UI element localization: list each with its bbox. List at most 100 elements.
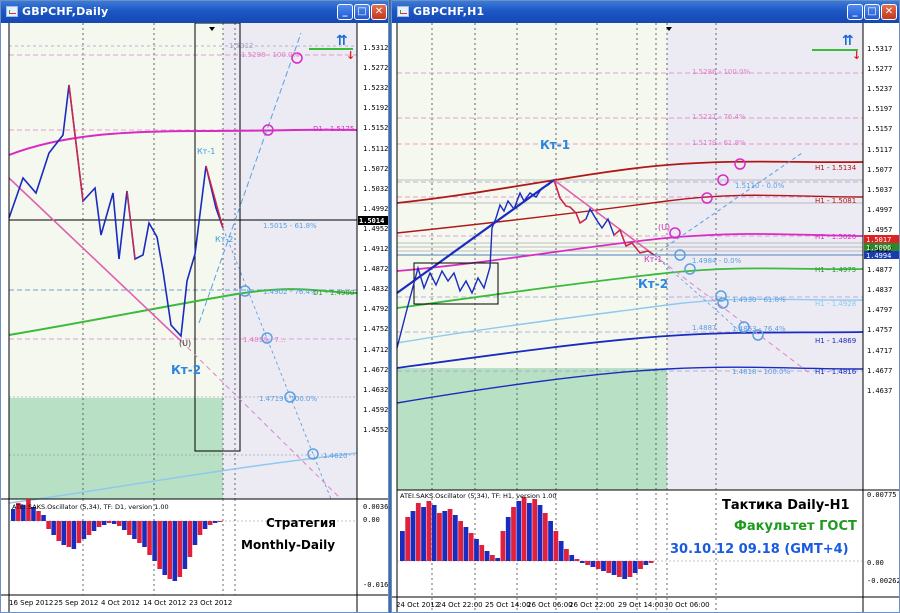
price-axis-label: 1.5117 — [867, 145, 893, 154]
tactic-title: Тактика Daily-H1 — [722, 498, 850, 513]
oscillator-bar — [463, 527, 469, 561]
oscillator-bar — [66, 521, 72, 547]
price-tag: 1.5006 — [866, 244, 892, 252]
oscillator-bar — [505, 517, 511, 561]
oscillator-bar — [86, 521, 92, 535]
h1-level-label: H1 - 1.4928 — [815, 300, 857, 308]
titlebar[interactable]: GBPCHF,Daily _ □ ✕ — [1, 1, 388, 23]
oscillator-title: ATEI.SAKS.Oscillator (5,34), TF: D1, ver… — [12, 503, 169, 511]
oscillator-bar — [147, 521, 152, 555]
oscillator-bar — [611, 561, 617, 575]
oscillator-bar — [622, 561, 628, 579]
price-axis-label: 1.5077 — [867, 165, 893, 174]
oscillator-bar — [152, 521, 157, 561]
fib-level-label: 1.4818 - 7... — [243, 336, 286, 344]
price-axis-label: 1.5112 — [363, 144, 389, 153]
u-label: (U) — [179, 339, 192, 348]
oscillator-bar — [415, 503, 421, 561]
oscillator-bar — [648, 561, 654, 563]
h1-level-label: H1 - 1.5134 — [815, 164, 857, 172]
oscillator-bar — [187, 521, 193, 557]
oscillator-bar — [36, 511, 41, 521]
oscillator-bar — [162, 521, 167, 575]
kt2-small-label: Кт-2 — [215, 235, 234, 244]
oscillator-bar — [41, 515, 46, 521]
oscillator-bar — [527, 503, 532, 561]
oscillator-bar — [117, 521, 122, 526]
oscillator-bar — [442, 511, 448, 561]
time-axis-label: 25 Sep 2012 — [54, 599, 99, 607]
oscillator-bar — [132, 521, 137, 539]
time-axis-label: 26 Oct 22:00 — [569, 601, 615, 609]
oscillator-bar — [521, 497, 527, 561]
time-axis-label: 4 Oct 2012 — [101, 599, 140, 607]
oscillator-bar — [632, 561, 638, 573]
h1-level-label: H1 - 1.4816 — [815, 368, 857, 376]
oscillator-bar — [511, 507, 516, 561]
minimize-button[interactable]: _ — [847, 4, 863, 20]
price-axis-label: 1.5232 — [363, 84, 389, 93]
price-axis-label: 1.4672 — [363, 365, 389, 374]
fib-level-label: 1.5286 - 100.0% — [692, 68, 751, 76]
oscillator-bar — [61, 521, 67, 545]
d1-level-label: D1 - 1.4900 — [313, 289, 355, 297]
price-axis-label: 1.4952 — [363, 224, 389, 233]
oscillator-bar — [484, 551, 490, 561]
price-axis-label: 0.00775 — [867, 491, 897, 499]
oscillator-bar — [474, 539, 479, 561]
oscillator-bar — [601, 561, 606, 571]
oscillator-bar — [542, 513, 548, 561]
time-axis-label: 26 Oct 06:00 — [527, 601, 573, 609]
oscillator-bar — [71, 521, 77, 549]
up-arrows-icon: ⇈ — [336, 33, 348, 49]
maximize-button[interactable]: □ — [354, 4, 370, 20]
down-arrow-icon: ↓ — [852, 49, 862, 62]
fib-level-label: 1.5110 - 0.0% — [735, 182, 785, 190]
titlebar[interactable]: GBPCHF,H1 _ □ ✕ — [392, 1, 899, 23]
fib-level-label: 1.4620 — [323, 452, 348, 460]
fib-level-label: 1.5298 - 100.0% — [241, 51, 300, 59]
price-axis-label: 1.5237 — [867, 85, 893, 94]
down-arrow-icon: ↓ — [346, 49, 356, 62]
price-axis-label: 1.4792 — [363, 305, 389, 314]
price-axis-label: -0.00262 — [867, 577, 900, 585]
minimize-button[interactable]: _ — [337, 4, 353, 20]
h1-level-label: H1 - 1.5081 — [815, 197, 857, 205]
close-button[interactable]: ✕ — [881, 4, 897, 20]
close-button[interactable]: ✕ — [371, 4, 387, 20]
h1-chart-window[interactable]: GBPCHF,H1 _ □ ✕ ⇈ ↓ 1.5317 1.5277 1.5237… — [391, 0, 900, 613]
level-label: 1.5312 — [229, 42, 254, 50]
fib-level-label: 1.5221 - 76.4% — [692, 113, 746, 121]
oscillator-bar — [202, 521, 208, 529]
oscillator-bar — [142, 521, 147, 547]
maximize-button[interactable]: □ — [864, 4, 880, 20]
price-axis-label: 1.4992 — [363, 204, 389, 213]
fib-level-label: 1.4984 - 0.0% — [692, 257, 742, 265]
oscillator-bar — [106, 521, 112, 523]
oscillator-bar — [96, 521, 102, 527]
oscillator-bar — [212, 521, 218, 523]
time-axis-label: 23 Oct 2012 — [189, 599, 233, 607]
fib-level-label: 1.4887 — [692, 324, 717, 332]
oscillator-bar — [643, 561, 649, 565]
oscillator-bar — [489, 555, 495, 561]
daily-chart-window[interactable]: GBPCHF,Daily _ □ ✕ ⇈ ↓ 1.5312 1.5272 1.5… — [0, 0, 389, 613]
price-axis-label: 1.5157 — [867, 125, 893, 134]
price-tag: 1.5017 — [866, 236, 892, 244]
time-axis-label: 29 Oct 14:00 — [618, 601, 664, 609]
time-axis-label: 16 Sep 2012 — [9, 599, 54, 607]
price-axis-label: 1.4997 — [867, 205, 893, 214]
price-axis-label: 1.4912 — [363, 245, 389, 253]
time-axis-label: 24 Oct 2012 — [396, 601, 440, 609]
oscillator-bar — [91, 521, 97, 531]
oscillator-bar — [447, 509, 453, 561]
oscillator-bar — [167, 521, 173, 579]
oscillator-bar — [157, 521, 162, 569]
price-axis-label: 0.00 — [363, 516, 380, 524]
oscillator-bar — [56, 521, 61, 541]
price-axis-label: 1.4677 — [867, 366, 893, 375]
price-axis-label: 1.5317 — [867, 45, 893, 53]
price-axis-label: 1.4832 — [363, 285, 389, 294]
oscillator-bar — [46, 521, 51, 529]
oscillator-bar — [437, 513, 442, 561]
